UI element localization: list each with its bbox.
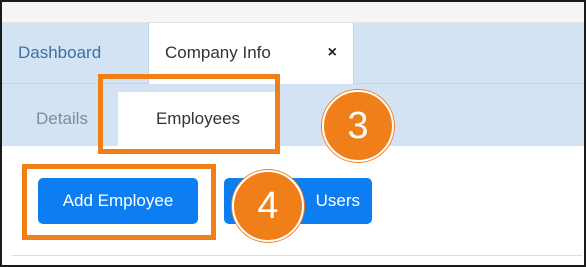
screenshot-frame: Dashboard Company Info × Details Employe… <box>0 0 586 267</box>
add-employee-button[interactable]: Add Employee <box>38 178 198 224</box>
sub-tab-bar: Details Employees <box>2 84 584 146</box>
subtab-employees[interactable]: Employees <box>118 92 278 146</box>
subtab-details-label: Details <box>36 109 88 128</box>
subtab-details[interactable]: Details <box>18 92 118 146</box>
step-4-badge: 4 <box>232 170 304 242</box>
tab-dashboard[interactable]: Dashboard <box>2 23 148 83</box>
window-top-strip <box>2 2 584 23</box>
tab-company-info[interactable]: Company Info × <box>148 23 354 84</box>
tab-dashboard-label: Dashboard <box>18 43 102 62</box>
content-divider <box>12 255 582 256</box>
subtab-employees-label: Employees <box>155 109 241 128</box>
main-tab-bar: Dashboard Company Info × <box>2 23 584 84</box>
tab-company-info-label: Company Info <box>165 43 271 62</box>
add-employee-label: Add Employee <box>62 191 174 210</box>
close-icon[interactable]: × <box>328 23 337 83</box>
users-button-label: Users <box>315 191 360 210</box>
step-3-badge: 3 <box>322 90 394 162</box>
